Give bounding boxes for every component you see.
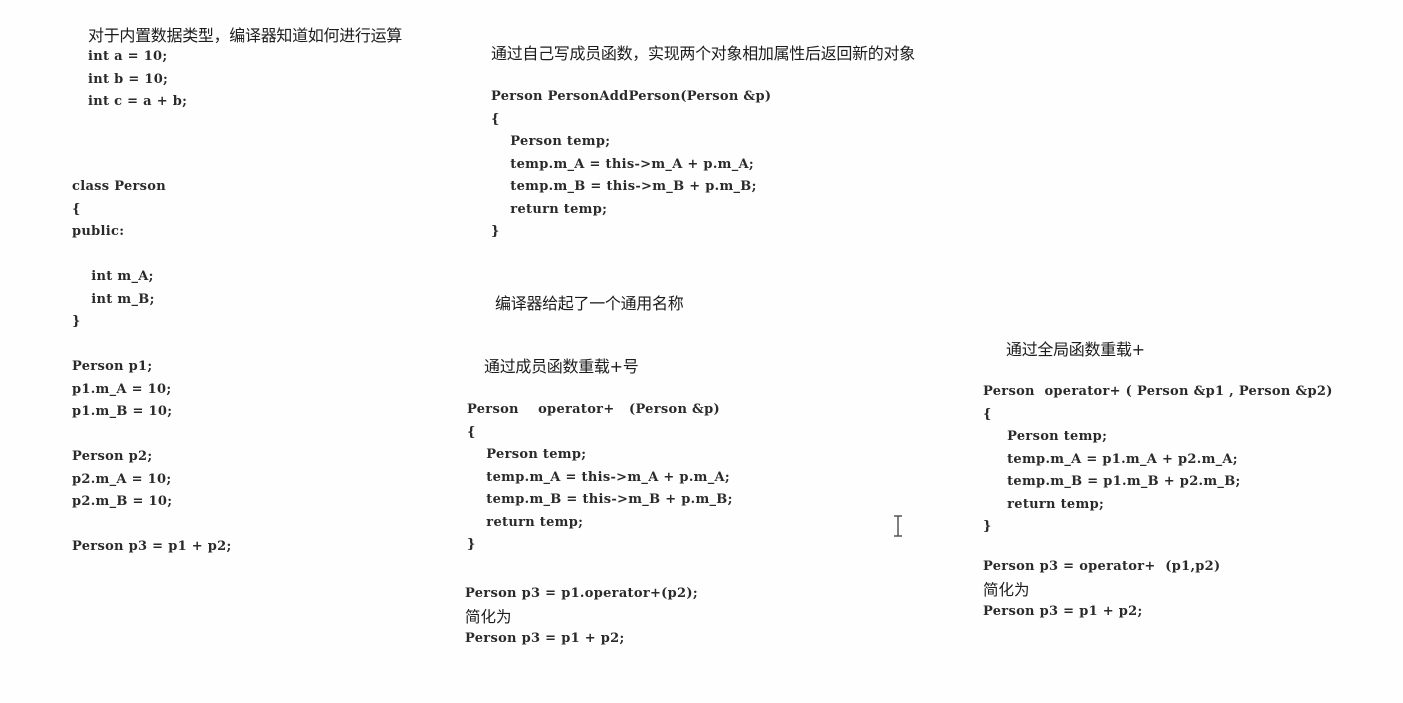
- member-operator-plus-code-block: Person operator+ (Person &p) { Person tem…: [467, 399, 733, 557]
- code-line: p1.m_B = 10;: [72, 404, 173, 419]
- member-overload-usage-block: Person p3 = p1.operator+(p2); 简化为 Person p…: [465, 583, 698, 651]
- code-line: int m_A;: [72, 269, 154, 284]
- text-ibeam-cursor-icon: [894, 515, 902, 537]
- code-line: temp.m_B = this->m_B + p.m_B;: [467, 492, 733, 507]
- code-line: temp.m_A = this->m_A + p.m_A;: [491, 156, 754, 172]
- class-person-code-block: class Person { public: int m_A; int m_B;} P…: [72, 176, 232, 559]
- code-line: }: [467, 537, 476, 552]
- code-line: Person operator+ (Person &p): [467, 402, 720, 417]
- code-line: p1.m_A = 10;: [72, 381, 172, 397]
- code-line: int c = a + b;: [88, 94, 188, 109]
- code-line: public:: [72, 224, 125, 239]
- code-line: {: [467, 424, 476, 440]
- global-overload-heading: 通过全局函数重载+: [1006, 340, 1145, 359]
- code-line: temp.m_B = this->m_B + p.m_B;: [491, 179, 757, 194]
- simplify-label: 简化为: [465, 607, 512, 626]
- code-line: }: [72, 314, 81, 329]
- slide-canvas: 对于内置数据类型，编译器知道如何进行运算 int a = 10; int b = …: [0, 0, 1403, 703]
- code-line: return temp;: [983, 496, 1105, 512]
- builtin-types-heading: 对于内置数据类型，编译器知道如何进行运算: [88, 26, 403, 45]
- code-line: Person p3 = p1 + p2;: [983, 604, 1143, 619]
- code-line: Person temp;: [491, 134, 611, 149]
- code-line: temp.m_B = p1.m_B + p2.m_B;: [983, 474, 1241, 489]
- global-operator-plus-code-block: Person operator+ ( Person &p1 , Person &…: [983, 381, 1333, 539]
- code-line: return temp;: [491, 201, 608, 217]
- code-line: Person p3 = operator+ (p1,p2): [983, 559, 1221, 574]
- code-line: Person PersonAddPerson(Person &p): [491, 89, 772, 104]
- code-line: {: [491, 111, 500, 127]
- code-line: {: [983, 406, 992, 422]
- code-line: return temp;: [467, 514, 584, 530]
- simplify-label: 简化为: [983, 580, 1030, 599]
- code-line: Person operator+ ( Person &p1 , Person &…: [983, 384, 1333, 399]
- code-line: int a = 10;: [88, 49, 168, 64]
- code-line: temp.m_A = p1.m_A + p2.m_A;: [983, 451, 1238, 467]
- code-line: Person p1;: [72, 359, 153, 374]
- code-line: Person p3 = p1 + p2;: [465, 631, 625, 646]
- code-line: p2.m_B = 10;: [72, 494, 173, 509]
- generic-name-heading: 编译器给起了一个通用名称: [495, 294, 684, 313]
- member-overload-heading: 通过成员函数重载+号: [484, 357, 639, 376]
- code-line: Person p2;: [72, 449, 153, 464]
- code-line: temp.m_A = this->m_A + p.m_A;: [467, 469, 730, 485]
- member-function-heading: 通过自己写成员函数，实现两个对象相加属性后返回新的对象: [491, 44, 915, 63]
- code-line: {: [72, 201, 81, 217]
- code-line: Person p3 = p1 + p2;: [72, 539, 232, 554]
- code-line: Person temp;: [467, 447, 587, 462]
- builtin-types-code-block: int a = 10; int b = 10; int c = a + b;: [88, 46, 187, 114]
- person-add-person-code-block: Person PersonAddPerson(Person &p) { Perso…: [491, 86, 771, 244]
- code-line: Person temp;: [983, 429, 1108, 444]
- global-overload-usage-block: Person p3 = operator+ (p1,p2) 简化为 Person p…: [983, 556, 1220, 624]
- code-line: }: [983, 519, 992, 534]
- code-line: int m_B;: [72, 291, 155, 307]
- code-line: class Person: [72, 179, 167, 194]
- code-line: int b = 10;: [88, 71, 169, 87]
- code-line: }: [491, 224, 500, 239]
- code-line: p2.m_A = 10;: [72, 471, 172, 487]
- code-line: Person p3 = p1.operator+(p2);: [465, 586, 698, 601]
